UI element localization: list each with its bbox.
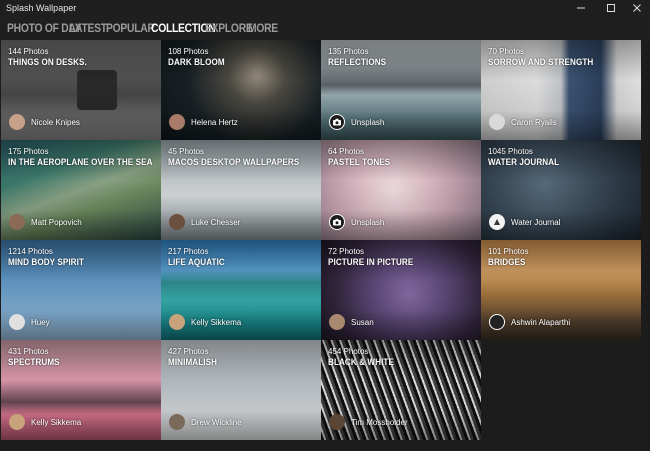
author-name: Caron Ryalls: [511, 118, 557, 127]
avatar: [489, 114, 505, 130]
photo-count: 72 Photos: [328, 247, 365, 256]
author-name: Helena Hertz: [191, 118, 238, 127]
photo-count: 431 Photos: [8, 347, 49, 356]
collection-title: SPECTRUMS: [8, 357, 60, 367]
photo-count: 1045 Photos: [488, 147, 533, 156]
author-name: Unsplash: [351, 118, 385, 127]
collection-tile[interactable]: 108 Photos DARK BLOOM Helena Hertz: [161, 40, 321, 140]
camera-icon: [333, 218, 341, 226]
avatar: [489, 214, 505, 230]
avatar: [329, 114, 345, 130]
collection-title: WATER JOURNAL: [488, 157, 560, 167]
author-name: Kelly Sikkema: [191, 318, 242, 327]
water-journal-logo-icon: [494, 219, 500, 225]
photo-count: 454 Photos: [328, 347, 369, 356]
photo-count: 101 Photos: [488, 247, 529, 256]
collection-tile[interactable]: 217 Photos LIFE AQUATIC Kelly Sikkema: [161, 240, 321, 340]
close-button[interactable]: [622, 0, 650, 16]
collection-tile[interactable]: 175 Photos IN THE AEROPLANE OVER THE SEA…: [1, 140, 161, 240]
collection-tile[interactable]: 427 Photos MINIMALISH Drew Wickline: [161, 340, 321, 440]
photo-count: 427 Photos: [168, 347, 209, 356]
photo-count: 70 Photos: [488, 47, 525, 56]
author-name: Tim Mossholder: [351, 418, 408, 427]
app-title: Splash Wallpaper: [6, 3, 77, 13]
author-name: Luke Chesser: [191, 218, 241, 227]
avatar: [329, 214, 345, 230]
collection-tile[interactable]: 45 Photos MACOS DESKTOP WALLPAPERS Luke …: [161, 140, 321, 240]
collection-grid: 144 Photos THINGS ON DESKS. Nicole Knipe…: [1, 40, 641, 440]
minimize-icon: [577, 7, 585, 9]
collection-title: PICTURE IN PICTURE: [328, 257, 414, 267]
author-name: Kelly Sikkema: [31, 418, 82, 427]
close-icon: [633, 4, 641, 12]
author-name: Susan: [351, 318, 374, 327]
collection-title: MIND BODY SPIRIT: [8, 257, 85, 267]
photo-count: 175 Photos: [8, 147, 49, 156]
photo-count: 217 Photos: [168, 247, 209, 256]
collection-tile[interactable]: 72 Photos PICTURE IN PICTURE Susan: [321, 240, 481, 340]
avatar: [9, 314, 25, 330]
author-name: Nicole Knipes: [31, 118, 80, 127]
photo-count: 45 Photos: [168, 147, 205, 156]
photo-count: 1214 Photos: [8, 247, 53, 256]
avatar: [9, 114, 25, 130]
title-bar: Splash Wallpaper: [0, 0, 650, 16]
avatar: [169, 114, 185, 130]
main-nav: PHOTO OF DAY LATEST POPULAR COLLECTION E…: [0, 16, 650, 40]
collection-tile[interactable]: 454 Photos BLACK & WHITE Tim Mossholder: [321, 340, 481, 440]
collection-title: IN THE AEROPLANE OVER THE SEA: [8, 157, 153, 167]
collection-title: REFLECTIONS: [328, 57, 387, 67]
photo-count: 135 Photos: [328, 47, 369, 56]
maximize-icon: [607, 4, 615, 12]
avatar: [329, 314, 345, 330]
avatar: [9, 414, 25, 430]
collection-title: BLACK & WHITE: [328, 357, 394, 367]
author-name: Water Journal: [511, 218, 561, 227]
camera-icon: [333, 118, 341, 126]
avatar: [169, 214, 185, 230]
avatar: [489, 314, 505, 330]
author-name: Matt Popovich: [31, 218, 82, 227]
collection-tile[interactable]: 101 Photos BRIDGES Ashwin Alaparthi: [481, 240, 641, 340]
collection-title: PASTEL TONES: [328, 157, 391, 167]
avatar: [329, 414, 345, 430]
author-name: Unsplash: [351, 218, 385, 227]
collection-tile[interactable]: 431 Photos SPECTRUMS Kelly Sikkema: [1, 340, 161, 440]
avatar: [9, 214, 25, 230]
nav-explore[interactable]: EXPLORE: [205, 21, 253, 35]
collection-title: MINIMALISH: [168, 357, 218, 367]
collection-title: BRIDGES: [488, 257, 526, 267]
photo-count: 64 Photos: [328, 147, 365, 156]
collection-tile[interactable]: 70 Photos SORROW AND STRENGTH Caron Ryal…: [481, 40, 641, 140]
author-name: Drew Wickline: [191, 418, 242, 427]
collection-tile[interactable]: 64 Photos PASTEL TONES Unsplash: [321, 140, 481, 240]
avatar: [169, 414, 185, 430]
collection-title: MACOS DESKTOP WALLPAPERS: [168, 157, 300, 167]
author-name: Huey: [31, 318, 50, 327]
collection-title: THINGS ON DESKS.: [8, 57, 87, 67]
nav-more[interactable]: MORE: [248, 21, 278, 35]
photo-count: 144 Photos: [8, 47, 49, 56]
collection-title: SORROW AND STRENGTH: [488, 57, 594, 67]
minimize-button[interactable]: [566, 0, 596, 16]
author-name: Ashwin Alaparthi: [511, 318, 571, 327]
photo-count: 108 Photos: [168, 47, 209, 56]
collection-title: LIFE AQUATIC: [168, 257, 225, 267]
nav-latest[interactable]: LATEST: [69, 21, 107, 35]
collection-tile[interactable]: 1214 Photos MIND BODY SPIRIT Huey: [1, 240, 161, 340]
avatar: [169, 314, 185, 330]
empty-grid-slot: [482, 340, 641, 440]
collection-tile[interactable]: 135 Photos REFLECTIONS Unsplash: [321, 40, 481, 140]
collection-tile[interactable]: 144 Photos THINGS ON DESKS. Nicole Knipe…: [1, 40, 161, 140]
collection-tile[interactable]: 1045 Photos WATER JOURNAL Water Journal: [481, 140, 641, 240]
nav-popular[interactable]: POPULAR: [106, 21, 155, 35]
collection-title: DARK BLOOM: [168, 57, 225, 67]
